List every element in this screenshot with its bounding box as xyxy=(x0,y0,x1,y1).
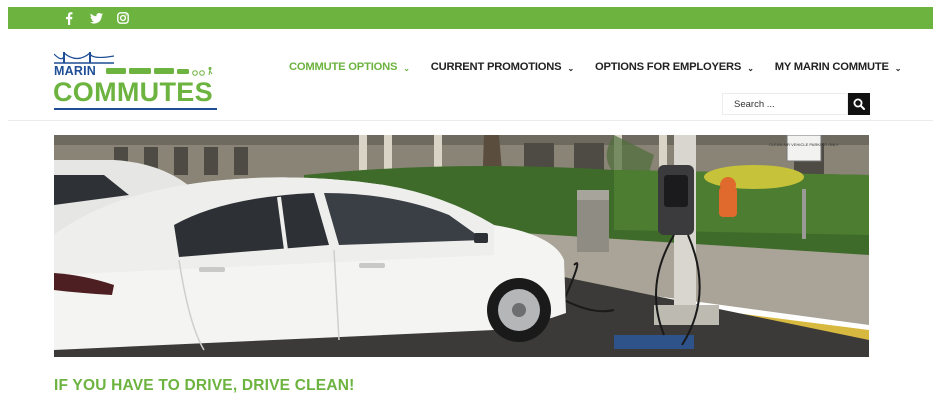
vehicles-icon xyxy=(106,67,213,76)
chevron-down-icon: ⌄ xyxy=(403,63,410,73)
search-input[interactable] xyxy=(722,93,848,115)
instagram-icon[interactable] xyxy=(116,11,130,25)
ev-charging-photo: CLEAN AIR VEHICLE PARKING ONLY xyxy=(54,135,869,357)
nav-item-label: CURRENT PROMOTIONS xyxy=(430,61,562,73)
social-bar xyxy=(8,7,933,29)
page-headline: IF YOU HAVE TO DRIVE, DRIVE CLEAN! xyxy=(54,377,355,394)
nav-item-label: COMMUTE OPTIONS xyxy=(289,61,398,73)
nav-item-my-marin-commute[interactable]: MY MARIN COMMUTE ⌄ xyxy=(775,61,902,73)
logo-text-commutes: COMMUTES xyxy=(53,77,213,107)
nav-item-label: OPTIONS FOR EMPLOYERS xyxy=(594,61,742,73)
chevron-down-icon: ⌄ xyxy=(747,63,754,73)
logo-underline xyxy=(54,108,217,110)
logo-text-marin: MARIN xyxy=(54,64,96,78)
search-button[interactable] xyxy=(848,93,870,115)
main-nav: COMMUTE OPTIONS ⌄ CURRENT PROMOTIONS ⌄ O… xyxy=(289,61,901,73)
header-divider xyxy=(8,120,933,121)
search-icon xyxy=(853,98,865,110)
nav-item-label: MY MARIN COMMUTE xyxy=(774,61,889,73)
twitter-icon[interactable] xyxy=(89,11,103,25)
nav-item-current-promotions[interactable]: CURRENT PROMOTIONS ⌄ xyxy=(431,61,574,73)
hero-image: CLEAN AIR VEHICLE PARKING ONLY xyxy=(54,135,869,357)
chevron-down-icon: ⌄ xyxy=(567,63,574,73)
search-form xyxy=(722,93,870,115)
sign-text: CLEAN AIR VEHICLE PARKING ONLY xyxy=(769,142,839,147)
facebook-icon[interactable] xyxy=(62,11,76,25)
chevron-down-icon: ⌄ xyxy=(894,63,902,73)
site-logo[interactable]: MARIN COMMUTES xyxy=(53,50,218,112)
nav-item-commute-options[interactable]: COMMUTE OPTIONS ⌄ xyxy=(289,61,410,73)
nav-item-options-for-employers[interactable]: OPTIONS FOR EMPLOYERS ⌄ xyxy=(595,61,754,73)
